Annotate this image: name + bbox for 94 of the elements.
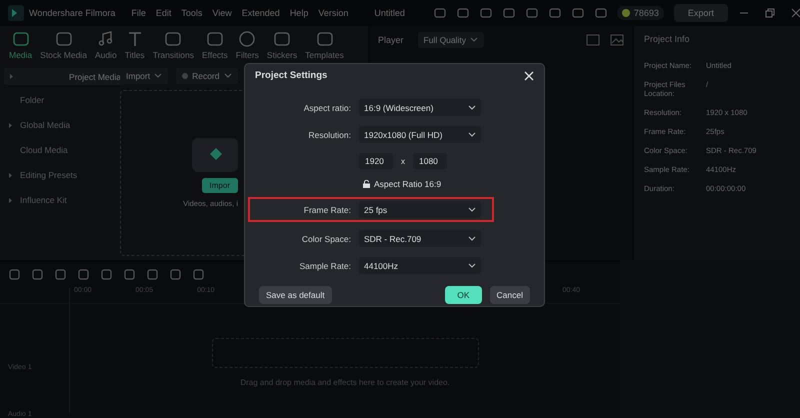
menu-item[interactable]: Extended (242, 8, 280, 18)
field-label: Resolution: (307, 130, 351, 140)
ok-button[interactable]: OK (445, 286, 482, 304)
sidebar-item[interactable]: Project Media (4, 68, 126, 85)
caret-down-icon (470, 37, 478, 43)
select-dropdown[interactable]: 44100Hz (359, 257, 481, 274)
panel-tab[interactable]: Stock Media (37, 30, 90, 60)
toolbar-icon[interactable] (478, 6, 493, 20)
timeline-tool-icon[interactable] (31, 268, 44, 281)
tab-icon (164, 30, 182, 48)
timeline-tool-icon[interactable] (54, 268, 67, 281)
height-field[interactable]: 1080 (413, 153, 447, 169)
sidebar-item[interactable]: Editing Presets (4, 165, 104, 185)
expand-arrow-icon[interactable] (8, 172, 13, 178)
menu-item[interactable]: Edit (156, 8, 172, 18)
music-note-icon (96, 30, 115, 48)
export-button[interactable]: Export (674, 4, 728, 22)
panel-tab[interactable]: Media (6, 30, 36, 60)
select-dropdown[interactable]: 1920x1080 (Full HD) (359, 126, 481, 143)
lock-icon[interactable] (363, 180, 370, 188)
sidebar-item[interactable]: Cloud Media (4, 140, 104, 160)
dialog-title: Project Settings (255, 70, 328, 81)
toolbar-icon[interactable] (456, 6, 470, 20)
panel-tab[interactable]: Templates (302, 30, 347, 60)
record-dropdown[interactable]: Record (176, 68, 238, 84)
select-dropdown[interactable]: SDR - Rec.709 (359, 230, 481, 247)
tab-icon (12, 30, 30, 48)
aspect-ratio-lock-label: Aspect Ratio 16:9 (374, 179, 442, 189)
sidebar-item[interactable]: Global Media (4, 115, 104, 135)
snapshot-icon[interactable] (586, 34, 600, 46)
menu-item[interactable]: File (131, 8, 146, 18)
panel-tab[interactable]: Filters (232, 30, 262, 60)
toolbar-icon[interactable] (548, 6, 562, 20)
circle-icon (238, 30, 256, 48)
image-icon[interactable] (610, 34, 624, 46)
toolbar-icon[interactable] (502, 6, 516, 20)
caret-down-icon (224, 73, 232, 79)
caret-down-icon (468, 262, 476, 268)
field-label: Sample Rate: (298, 260, 351, 270)
panel-tab[interactable]: Stickers (264, 30, 300, 60)
close-icon[interactable] (524, 70, 534, 80)
timeline-tool-icon[interactable] (8, 268, 21, 281)
size-separator: x (401, 156, 405, 166)
menu-item[interactable]: Help (290, 8, 308, 18)
expand-arrow-icon[interactable] (9, 74, 14, 79)
import-media-button[interactable]: Impor (202, 178, 238, 193)
expand-arrow-icon[interactable] (8, 122, 13, 128)
cancel-button[interactable]: Cancel (490, 286, 530, 304)
panel-title: Project Info (644, 33, 691, 46)
app-logo-icon (8, 5, 24, 21)
panel-tab[interactable]: Effects (198, 30, 231, 60)
menu-item[interactable]: View (212, 8, 232, 18)
field-label: Aspect ratio: (302, 102, 351, 112)
toolbar-icon[interactable] (594, 6, 608, 20)
menu-item[interactable]: Tools (181, 8, 202, 18)
timeline-tool-icon[interactable] (100, 268, 113, 281)
panel-tab[interactable]: Audio (92, 30, 120, 60)
field-label: Color Space: (300, 234, 351, 244)
save-as-default-button[interactable]: Save as default (259, 286, 332, 304)
timeline-tool-icon[interactable] (169, 268, 182, 281)
document-title: Untitled (374, 8, 405, 18)
tab-icon (54, 30, 73, 48)
quality-dropdown[interactable]: Full Quality (418, 32, 484, 48)
player-title: Player (378, 35, 404, 45)
timeline-tool-icon[interactable] (123, 268, 136, 281)
sidebar-item[interactable]: Folder (4, 90, 104, 110)
import-dropdown[interactable]: Import (120, 68, 168, 84)
credits-badge[interactable]: 78693 (616, 6, 664, 20)
caret-down-icon (468, 104, 476, 110)
app-title: Wondershare Filmora (29, 8, 116, 18)
timeline-tool-icon[interactable] (192, 268, 205, 281)
tab-icon (206, 30, 224, 48)
panel-tab[interactable]: Titles (122, 30, 148, 60)
width-field[interactable]: 1920 (359, 153, 393, 169)
field-label: Frame Rate: (302, 204, 351, 214)
expand-arrow-icon[interactable] (8, 198, 13, 202)
tab-icon (273, 30, 292, 48)
restore-icon[interactable] (764, 7, 776, 19)
caret-down-icon (154, 73, 162, 79)
toolbar-icon[interactable] (570, 6, 585, 20)
menu-item[interactable]: Version (318, 8, 348, 18)
select-dropdown[interactable]: 25 fps (359, 201, 481, 218)
panel-tab[interactable]: Transitions (150, 30, 197, 60)
sidebar-item[interactable]: Influence Kit (4, 190, 104, 210)
caret-down-icon (468, 132, 476, 138)
import-media-icon (192, 138, 238, 172)
caret-down-icon (468, 236, 476, 242)
toolbar-icon[interactable] (524, 6, 539, 20)
select-dropdown[interactable]: 16:9 (Widescreen) (359, 99, 481, 116)
timeline-tool-icon[interactable] (146, 268, 159, 281)
toolbar-icon[interactable] (432, 6, 447, 20)
timeline-tool-icon[interactable] (77, 268, 90, 281)
caret-down-icon (468, 206, 476, 212)
tab-icon (316, 30, 334, 48)
